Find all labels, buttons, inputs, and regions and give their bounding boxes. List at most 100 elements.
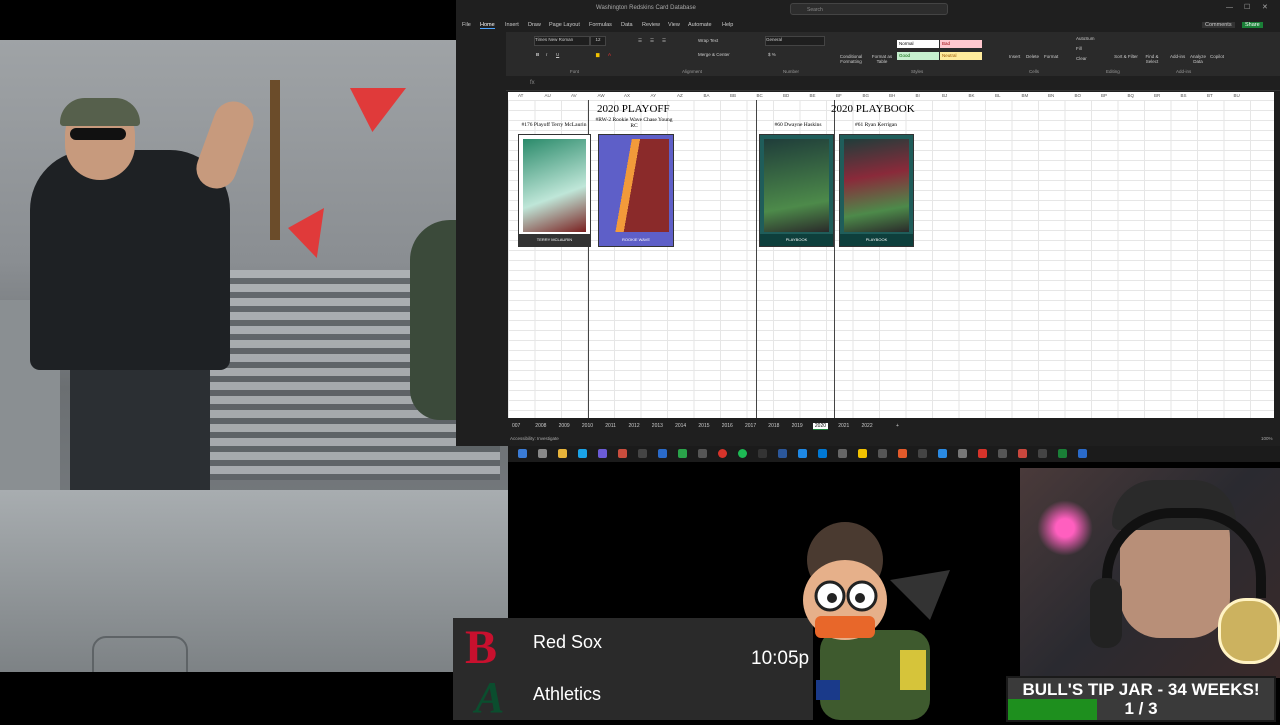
column-header[interactable]: AT (518, 93, 523, 98)
maximize-icon[interactable]: ☐ (1244, 3, 1250, 11)
app-icon[interactable] (1018, 449, 1027, 458)
sheet-tab-2013[interactable]: 2013 (650, 423, 665, 429)
currency-icon[interactable]: $ % (768, 52, 776, 57)
sheet-tab-2010[interactable]: 2010 (580, 423, 595, 429)
column-header[interactable]: BE (810, 93, 816, 98)
menu-data[interactable]: Data (621, 22, 633, 28)
fill-button[interactable]: Fill (1076, 46, 1082, 51)
column-header[interactable]: BJ (942, 93, 947, 98)
app-icon[interactable] (898, 449, 907, 458)
align-bottom-icon[interactable]: ☰ (662, 38, 666, 44)
column-header[interactable]: AZ (677, 93, 683, 98)
column-header[interactable]: BI (916, 93, 920, 98)
card-image-kerrigan[interactable]: PLAYBOOK (839, 134, 914, 247)
copilot-button[interactable]: Copilot (1210, 54, 1224, 59)
column-header[interactable]: BK (969, 93, 975, 98)
outlook-icon[interactable] (818, 449, 827, 458)
menu-automate[interactable]: Automate (688, 22, 712, 28)
style-neutral[interactable]: Neutral (940, 52, 982, 60)
excel-icon[interactable] (1058, 449, 1067, 458)
card-image-young[interactable]: ROOKIE WAVE (598, 134, 674, 247)
accessibility-status[interactable]: Accessibility: Investigate (510, 436, 559, 441)
column-header[interactable]: BG (863, 93, 870, 98)
app-icon[interactable] (758, 449, 767, 458)
card-image-mclaurin[interactable]: TERRY MCLAURIN (518, 134, 591, 247)
app-icon[interactable] (938, 449, 947, 458)
sheet-tab-2015[interactable]: 2015 (696, 423, 711, 429)
column-header[interactable]: AX (624, 93, 630, 98)
menu-page-layout[interactable]: Page Layout (549, 22, 580, 28)
column-header[interactable]: BQ (1128, 93, 1135, 98)
sheet-tab-2009[interactable]: 2009 (557, 423, 572, 429)
column-header[interactable]: AY (651, 93, 657, 98)
app-icon[interactable] (958, 449, 967, 458)
format-as-table-button[interactable]: Format as Table (868, 54, 896, 64)
align-top-icon[interactable]: ☰ (638, 38, 642, 44)
bold-button[interactable]: B (536, 52, 539, 57)
sheet-tab-2008[interactable]: 2008 (533, 423, 548, 429)
menu-view[interactable]: View (668, 22, 680, 28)
sheet-tab-2018[interactable]: 2018 (766, 423, 781, 429)
addins-button[interactable]: Add-ins (1170, 54, 1185, 59)
add-sheet-icon[interactable]: + (894, 423, 901, 429)
vscode-icon[interactable] (658, 449, 667, 458)
spreadsheet-grid[interactable]: 2020 PLAYOFF 2020 PLAYBOOK #176 Playoff … (508, 100, 1274, 418)
find-select-button[interactable]: Find & Select (1140, 54, 1164, 64)
format-cells-button[interactable]: Format (1044, 54, 1058, 59)
sheet-tab-007[interactable]: 007 (510, 423, 522, 429)
column-header[interactable]: BT (1207, 93, 1213, 98)
app-icon[interactable] (698, 449, 707, 458)
word-icon[interactable] (778, 449, 787, 458)
xbox-icon[interactable] (678, 449, 687, 458)
column-header[interactable]: BP (1101, 93, 1107, 98)
sheet-tab-2020[interactable]: 2020 (812, 423, 829, 430)
share-button[interactable]: Share (1242, 22, 1263, 28)
column-header[interactable]: BU (1234, 93, 1240, 98)
underline-button[interactable]: U (556, 52, 559, 57)
column-header[interactable]: BA (704, 93, 710, 98)
align-middle-icon[interactable]: ☰ (650, 38, 654, 44)
style-good[interactable]: Good (897, 52, 939, 60)
font-size-select[interactable]: 12 (590, 36, 606, 46)
column-header[interactable]: BL (995, 93, 1001, 98)
formula-bar[interactable]: fx (506, 78, 1280, 91)
edge-icon[interactable] (518, 449, 527, 458)
chrome-icon[interactable] (618, 449, 627, 458)
column-header[interactable]: AU (545, 93, 551, 98)
app-icon[interactable] (978, 449, 987, 458)
record-icon[interactable] (718, 449, 727, 458)
autosum-button[interactable]: AutoSum (1076, 36, 1095, 41)
app-icon[interactable] (918, 449, 927, 458)
column-header[interactable]: BS (1181, 93, 1187, 98)
app-icon[interactable] (838, 449, 847, 458)
sheet-tab-2014[interactable]: 2014 (673, 423, 688, 429)
sheet-tab-2012[interactable]: 2012 (627, 423, 642, 429)
column-header[interactable]: BN (1048, 93, 1054, 98)
column-header[interactable]: BM (1022, 93, 1029, 98)
app-icon[interactable] (878, 449, 887, 458)
card-image-haskins[interactable]: PLAYBOOK (759, 134, 834, 247)
spotify-icon[interactable] (738, 449, 747, 458)
menu-file[interactable]: File (462, 22, 471, 28)
settings-icon[interactable] (538, 449, 547, 458)
menu-home[interactable]: Home (480, 22, 495, 29)
column-header[interactable]: BH (889, 93, 895, 98)
sheet-tab-2017[interactable]: 2017 (743, 423, 758, 429)
app-icon[interactable] (858, 449, 867, 458)
sheet-tab-2016[interactable]: 2016 (720, 423, 735, 429)
sheet-tab-2019[interactable]: 2019 (790, 423, 805, 429)
sheet-tab-2022[interactable]: 2022 (860, 423, 875, 429)
style-bad[interactable]: Bad (940, 40, 982, 48)
column-header[interactable]: BC (757, 93, 763, 98)
delete-cells-button[interactable]: Delete (1026, 54, 1039, 59)
analyze-data-button[interactable]: Analyze Data (1188, 54, 1208, 64)
app-icon[interactable] (798, 449, 807, 458)
search-box[interactable]: Search (790, 3, 948, 15)
column-header[interactable]: BD (783, 93, 789, 98)
style-normal[interactable]: Normal (897, 40, 939, 48)
menu-draw[interactable]: Draw (528, 22, 541, 28)
menu-help[interactable]: Help (722, 22, 733, 28)
comments-button[interactable]: Comments (1202, 22, 1235, 28)
close-icon[interactable]: ✕ (1262, 3, 1268, 11)
font-color-icon[interactable]: A (608, 52, 611, 57)
